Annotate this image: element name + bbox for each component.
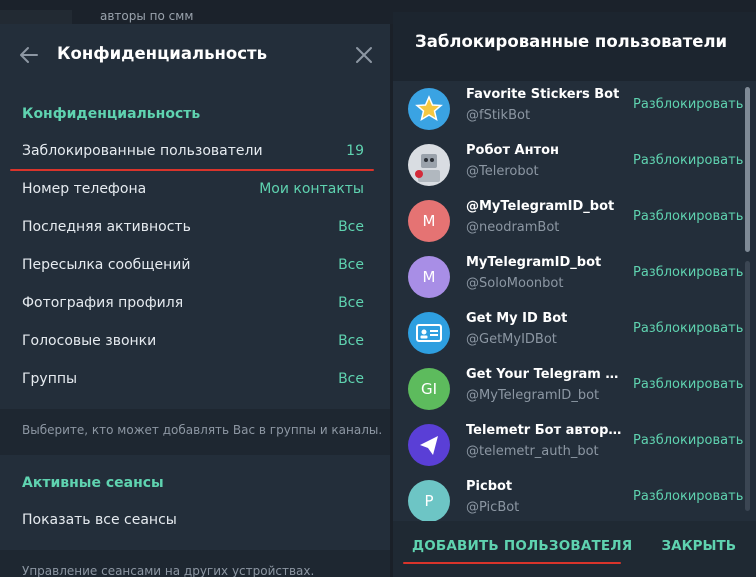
blocked-count: 19 [346,143,364,159]
user-name: Get My ID Bot [466,311,568,326]
unblock-button[interactable]: Разблокировать [633,321,743,336]
groups-hint-band: Выберите, кто может добавлять Вас в груп… [0,409,390,455]
avatar: M [408,256,450,298]
row-value: Мои контакты [259,181,364,197]
list-item: GI Get Your Telegram User ID @MyTelegram… [393,361,743,417]
unblock-button[interactable]: Разблокировать [633,153,743,168]
dialog-title: Заблокированные пользователи [415,32,728,51]
unblock-button[interactable]: Разблокировать [633,97,743,112]
row-last-seen[interactable]: Последняя активность Все [0,209,390,247]
row-value: Все [338,257,364,273]
list-scrollbar-thumb[interactable] [745,87,750,252]
row-label: Голосовые звонки [22,333,157,349]
avatar: M [408,200,450,242]
close-dialog-button[interactable]: ЗАКРЫТЬ [662,538,736,554]
user-handle: @fStikBot [466,108,531,123]
sessions-hint-band: Управление сеансами на других устройства… [0,550,390,577]
unblock-button[interactable]: Разблокировать [633,209,743,224]
id-card-icon [408,312,450,354]
row-value: Все [338,371,364,387]
row-phone-number[interactable]: Номер телефона Мои контакты [0,171,390,209]
list-item: Telemetr Бот авторизации @telemetr_auth_… [393,417,743,473]
list-item: P Picbot @PicBot Разблокировать [393,473,743,521]
user-handle: @GetMyIDBot [466,332,557,347]
background-tile [0,10,72,24]
row-label: Группы [22,371,78,387]
row-profile-photo[interactable]: Фотография профиля Все [0,285,390,323]
user-name: Робот Антон [466,143,560,158]
row-label: Заблокированные пользователи [22,143,263,159]
back-arrow-icon[interactable] [18,44,40,66]
unblock-button[interactable]: Разблокировать [633,377,743,392]
row-voice-calls[interactable]: Голосовые звонки Все [0,323,390,361]
unblock-button[interactable]: Разблокировать [633,433,743,448]
user-name: @MyTelegramID_bot [466,199,615,214]
privacy-section-heading: Конфиденциальность [22,106,201,122]
list-item: Favorite Stickers Bot @fStikBot Разблоки… [393,81,743,137]
add-user-button[interactable]: ДОБАВИТЬ ПОЛЬЗОВАТЕЛЯ [412,538,632,554]
list-item: Робот Антон @Telerobot Разблокировать [393,137,743,193]
blocked-users-list: Favorite Stickers Bot @fStikBot Разблоки… [393,81,756,521]
unblock-button[interactable]: Разблокировать [633,489,743,504]
user-handle: @SoloMoonbot [466,276,564,291]
avatar: P [408,480,450,521]
page-title: Конфиденциальность [57,44,268,63]
row-label: Показать все сеансы [22,512,177,528]
sessions-section-heading: Активные сеансы [22,475,164,491]
blocked-users-dialog: Заблокированные пользователи Favorite St… [393,12,756,577]
privacy-header: Конфиденциальность [0,24,390,86]
background-chat-title: авторы по смм [100,9,194,23]
row-value: Все [338,219,364,235]
user-handle: @Telerobot [466,164,539,179]
avatar: GI [408,368,450,410]
row-forwarding[interactable]: Пересылка сообщений Все [0,247,390,285]
user-handle: @MyTelegramID_bot [466,388,600,403]
star-sticker-icon [408,88,450,130]
row-value: Все [338,333,364,349]
row-label: Номер телефона [22,181,147,197]
unblock-button[interactable]: Разблокировать [633,265,743,280]
row-label: Фотография профиля [22,295,184,311]
groups-hint: Выберите, кто может добавлять Вас в груп… [22,423,383,437]
row-blocked-users[interactable]: Заблокированные пользователи 19 [0,133,390,171]
user-handle: @PicBot [466,500,520,515]
list-item: M @MyTelegramID_bot @neodramBot Разблоки… [393,193,743,249]
list-item: Get My ID Bot @GetMyIDBot Разблокировать [393,305,743,361]
row-groups[interactable]: Группы Все [0,361,390,399]
user-name: Telemetr Бот авторизации [466,423,628,438]
privacy-settings-panel: Конфиденциальность Конфиденциальность За… [0,24,390,577]
user-handle: @neodramBot [466,220,560,235]
user-handle: @telemetr_auth_bot [466,444,599,459]
list-scrollbar-track[interactable] [745,261,750,511]
user-name: MyTelegramID_bot [466,255,602,270]
row-value: Все [338,295,364,311]
close-icon[interactable] [354,45,374,65]
sessions-hint: Управление сеансами на других устройства… [22,564,315,577]
dialog-footer: ДОБАВИТЬ ПОЛЬЗОВАТЕЛЯ ЗАКРЫТЬ [393,521,756,577]
highlight-underline [403,562,621,564]
row-label: Пересылка сообщений [22,257,191,273]
row-label: Последняя активность [22,219,191,235]
paper-plane-icon [408,424,450,466]
user-name: Favorite Stickers Bot [466,87,620,102]
robot-photo-icon [408,144,450,186]
show-all-sessions[interactable]: Показать все сеансы [0,502,390,540]
list-item: M MyTelegramID_bot @SoloMoonbot Разблоки… [393,249,743,305]
user-name: Get Your Telegram User ID [466,367,628,382]
user-name: Picbot [466,479,513,494]
